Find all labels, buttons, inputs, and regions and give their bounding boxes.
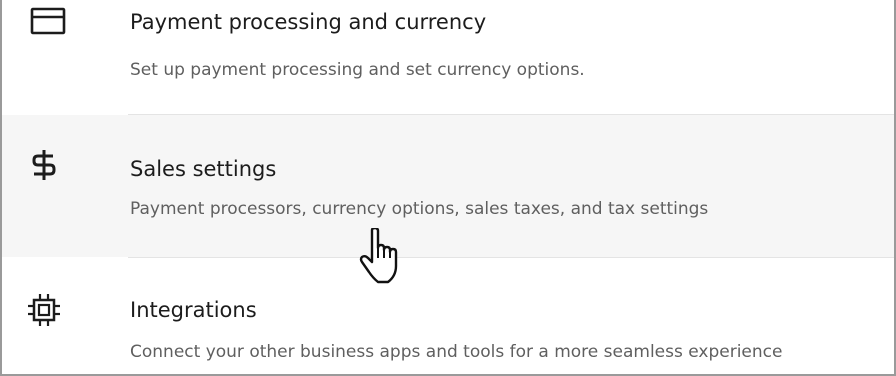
settings-item-sales-settings[interactable]: Sales settings Payment processors, curre… xyxy=(2,115,894,257)
settings-panel: Payment processing and currency Set up p… xyxy=(0,0,896,376)
settings-item-description: Set up payment processing and set curren… xyxy=(130,60,585,80)
settings-item-integrations[interactable]: Integrations Connect your other business… xyxy=(2,258,894,374)
chip-icon xyxy=(24,294,64,326)
settings-item-title: Payment processing and currency xyxy=(130,10,487,34)
settings-item-title: Sales settings xyxy=(130,157,277,181)
settings-item-description: Payment processors, currency options, sa… xyxy=(130,199,709,219)
dollar-icon xyxy=(24,149,64,181)
settings-item-payment-processing[interactable]: Payment processing and currency Set up p… xyxy=(2,0,894,114)
settings-item-title: Integrations xyxy=(130,298,257,322)
card-icon xyxy=(28,4,68,36)
settings-item-description: Connect your other business apps and too… xyxy=(130,342,783,362)
hand-pointer-cursor-icon xyxy=(358,226,422,292)
